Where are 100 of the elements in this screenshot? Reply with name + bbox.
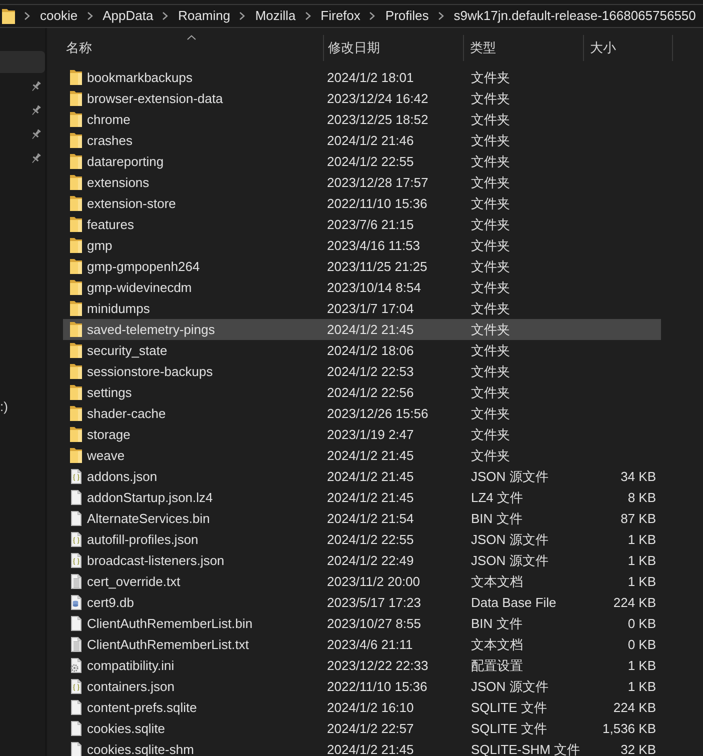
json-file-icon [70, 679, 82, 694]
folder-icon [2, 8, 15, 24]
chevron-right-icon [86, 11, 94, 21]
modified-date: 2022/11/10 15:36 [327, 678, 428, 694]
breadcrumb-item[interactable]: Mozilla [255, 8, 296, 24]
column-header[interactable]: 大小 [584, 35, 673, 61]
file-type: BIN 文件 [471, 616, 522, 630]
file-size: 1,536 KB [602, 720, 656, 736]
file-type: 配置设置 [471, 658, 523, 672]
settings-file-icon [70, 658, 82, 673]
file-size: 1 KB [628, 658, 656, 672]
file-type: 文件夹 [471, 364, 510, 378]
file-size: 1 KB [628, 678, 656, 694]
file-type: 文件夹 [471, 384, 510, 400]
file-name: shader-cache [87, 406, 166, 422]
file-icon [70, 742, 82, 756]
chevron-right-icon [238, 11, 246, 21]
file-name: gmp [87, 238, 112, 254]
modified-date: 2024/1/2 22:56 [327, 384, 414, 400]
folder-icon [70, 385, 82, 400]
file-name: settings [87, 384, 132, 400]
file-type: 文件夹 [471, 154, 510, 168]
folder-icon [70, 343, 82, 358]
breadcrumb-item[interactable]: cookie [40, 8, 78, 24]
folder-icon [70, 280, 82, 295]
breadcrumb-item[interactable]: s9wk17jn.default-release-1668065756550 [454, 8, 696, 24]
column-header[interactable]: 名称 [63, 35, 324, 61]
text-file-icon [70, 574, 82, 589]
chevron-right-icon [368, 11, 376, 21]
file-type: SQLITE 文件 [471, 700, 547, 714]
file-type: JSON 源文件 [471, 552, 548, 568]
folder-icon [70, 112, 82, 127]
folder-icon [70, 238, 82, 253]
folder-icon [70, 91, 82, 106]
file-name: weave [87, 448, 125, 464]
file-icon [70, 721, 82, 736]
file-size: 1 KB [628, 574, 656, 588]
file-name: sessionstore-backups [87, 364, 213, 380]
modified-date: 2024/1/2 21:45 [327, 490, 414, 504]
file-type: 文件夹 [471, 448, 510, 462]
file-name: datareporting [87, 154, 164, 170]
file-size: 87 KB [620, 510, 656, 526]
chevron-right-icon [436, 11, 445, 21]
file-type: 文件夹 [471, 238, 510, 252]
breadcrumb-item[interactable]: AppData [102, 8, 154, 24]
selected-row[interactable]: saved-telemetry-pings 2024/1/2 21:45 文件夹 [63, 319, 661, 340]
file-name: extension-store [87, 196, 176, 212]
file-name: autofill-profiles.json [87, 532, 198, 548]
file-icon [70, 511, 82, 526]
file-name: AlternateServices.bin [87, 510, 210, 526]
sidebar-item[interactable]: :) [0, 395, 10, 417]
file-size: 1 KB [628, 532, 656, 546]
folder-icon [70, 175, 82, 190]
file-name: ClientAuthRememberList.txt [87, 636, 249, 652]
file-name: minidumps [87, 300, 150, 316]
file-type: 文本文档 [471, 574, 523, 588]
folder-icon [70, 217, 82, 232]
file-type: 文件夹 [471, 300, 510, 316]
file-size: 8 KB [628, 490, 656, 504]
modified-date: 2024/1/2 22:55 [327, 532, 414, 546]
breadcrumb-item[interactable]: Roaming [178, 8, 230, 24]
modified-date: 2024/1/2 21:46 [327, 132, 414, 148]
modified-date: 2024/1/2 21:45 [327, 742, 414, 756]
json-file-icon [70, 553, 82, 568]
file-name: cookies.sqlite-shm [87, 742, 194, 756]
file-name: security_state [87, 342, 168, 358]
breadcrumb-item[interactable]: Profiles [385, 8, 429, 24]
modified-date: 2024/1/2 16:10 [327, 700, 414, 714]
file-type: 文件夹 [471, 196, 510, 210]
modified-date: 2023/11/25 21:25 [327, 258, 428, 274]
breadcrumb-item[interactable]: Firefox [320, 8, 360, 24]
file-size: 1 KB [628, 552, 656, 568]
folder-icon [70, 364, 82, 379]
file-type: JSON 源文件 [471, 532, 548, 546]
file-name: storage [87, 426, 130, 442]
file-type: Data Base File [471, 594, 556, 610]
modified-date: 2024/1/2 22:49 [327, 552, 414, 568]
modified-date: 2024/1/2 18:06 [327, 342, 414, 358]
column-header[interactable]: 类型 [464, 35, 584, 61]
folder-icon [70, 70, 82, 85]
file-name: bookmarkbackups [87, 70, 192, 86]
file-type: 文件夹 [471, 112, 510, 126]
file-type: SQLITE-SHM 文件 [471, 742, 580, 756]
file-type: 文本文档 [471, 636, 523, 652]
file-name: containers.json [87, 678, 174, 694]
modified-date: 2022/11/10 15:36 [327, 196, 428, 210]
file-type: LZ4 文件 [471, 490, 524, 504]
folder-icon [70, 196, 82, 211]
file-name: crashes [87, 132, 133, 148]
modified-date: 2023/10/27 8:55 [327, 616, 421, 630]
modified-date: 2023/12/28 17:57 [327, 174, 428, 190]
file-type: 文件夹 [471, 406, 510, 420]
file-type: 文件夹 [471, 322, 510, 336]
database-file-icon [70, 595, 82, 610]
file-name: extensions [87, 174, 150, 190]
file-name: cert_override.txt [87, 574, 180, 590]
column-header[interactable]: 修改日期 [324, 35, 464, 61]
file-name: addons.json [87, 468, 158, 484]
folder-icon [70, 322, 82, 337]
file-name: gmp-widevinecdm [87, 280, 192, 296]
